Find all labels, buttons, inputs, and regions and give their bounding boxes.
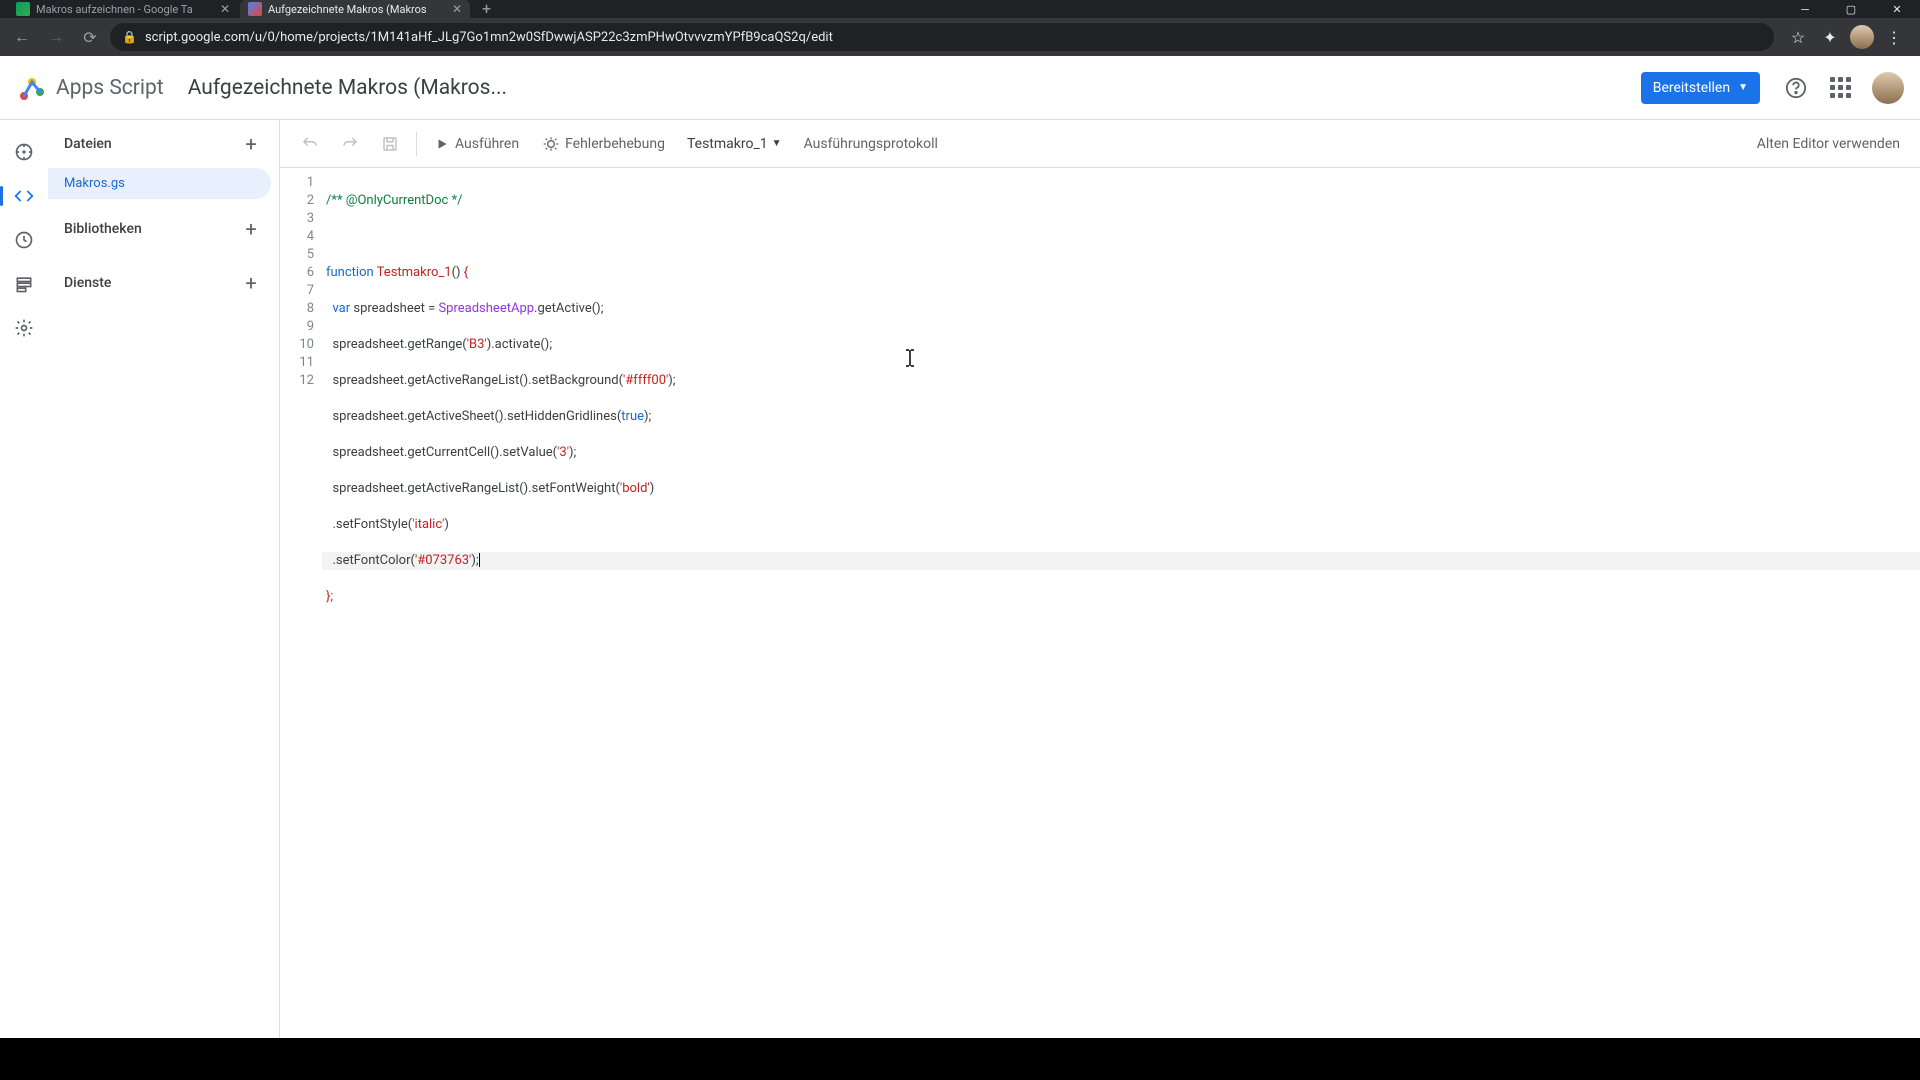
- files-label: Dateien: [64, 136, 112, 152]
- line-gutter: 1 2 3 4 5 6 7 8 9 10 11 12: [280, 168, 322, 1038]
- add-file-button[interactable]: +: [239, 132, 263, 156]
- maximize-button[interactable]: ▢: [1828, 0, 1874, 18]
- browser-tab-1[interactable]: Makros aufzeichnen - Google Ta ✕: [8, 0, 238, 18]
- forward-button[interactable]: →: [42, 23, 70, 51]
- files-panel: Dateien + Makros.gs Bibliotheken + Diens…: [48, 120, 280, 1038]
- extensions-icon[interactable]: ✦: [1818, 25, 1842, 49]
- apps-grid-button[interactable]: [1820, 68, 1860, 108]
- app-body: Dateien + Makros.gs Bibliotheken + Diens…: [0, 120, 1920, 1038]
- url-input[interactable]: 🔒 script.google.com/u/0/home/projects/1M…: [110, 23, 1774, 51]
- close-icon[interactable]: ✕: [220, 2, 230, 16]
- files-section-header: Dateien +: [48, 120, 279, 168]
- file-item-makros[interactable]: Makros.gs: [48, 168, 271, 199]
- address-bar: ← → ⟳ 🔒 script.google.com/u/0/home/proje…: [0, 18, 1920, 56]
- libraries-section-header: Bibliotheken +: [48, 199, 279, 253]
- left-nav-rail: [0, 120, 48, 1038]
- deploy-button[interactable]: Bereitstellen ▼: [1641, 72, 1760, 104]
- run-button[interactable]: Ausführen: [425, 126, 529, 162]
- debug-button[interactable]: Fehlerbehebung: [533, 126, 675, 162]
- chevron-down-icon: ▼: [1738, 82, 1748, 93]
- help-button[interactable]: [1776, 68, 1816, 108]
- overview-nav-icon[interactable]: [4, 132, 44, 172]
- code-content[interactable]: /** @OnlyCurrentDoc */ function Testmakr…: [322, 168, 1920, 1038]
- editor-toolbar: Ausführen Fehlerbehebung Testmakro_1 ▼ A…: [280, 120, 1920, 168]
- bottom-bar: [0, 1038, 1920, 1080]
- editor-area: Ausführen Fehlerbehebung Testmakro_1 ▼ A…: [280, 120, 1920, 1038]
- chrome-menu-icon[interactable]: ⋮: [1882, 25, 1906, 49]
- reload-button[interactable]: ⟳: [76, 23, 104, 51]
- add-service-button[interactable]: +: [239, 271, 263, 295]
- profile-avatar[interactable]: [1850, 25, 1874, 49]
- run-label: Ausführen: [455, 136, 519, 152]
- legacy-editor-link[interactable]: Alten Editor verwenden: [1749, 136, 1908, 152]
- project-title[interactable]: Aufgezeichnete Makros (Makros...: [188, 76, 507, 100]
- services-label: Dienste: [64, 275, 111, 291]
- tab-title: Makros aufzeichnen - Google Ta: [36, 3, 210, 16]
- tab-bar: Makros aufzeichnen - Google Ta ✕ Aufgeze…: [0, 0, 1920, 18]
- function-name: Testmakro_1: [687, 136, 768, 152]
- minimize-button[interactable]: ─: [1782, 0, 1828, 18]
- logo-text[interactable]: Apps Script: [56, 76, 164, 100]
- app-header: Apps Script Aufgezeichnete Makros (Makro…: [0, 56, 1920, 120]
- libraries-label: Bibliotheken: [64, 221, 142, 237]
- undo-button[interactable]: [292, 126, 328, 162]
- save-button[interactable]: [372, 126, 408, 162]
- function-selector[interactable]: Testmakro_1 ▼: [679, 136, 790, 152]
- browser-tab-2[interactable]: Aufgezeichnete Makros (Makros ✕: [240, 0, 470, 18]
- services-section-header: Dienste +: [48, 253, 279, 307]
- close-window-button[interactable]: ✕: [1874, 0, 1920, 18]
- bookmark-star-icon[interactable]: ☆: [1786, 25, 1810, 49]
- chevron-down-icon: ▼: [772, 138, 782, 149]
- browser-chrome: Makros aufzeichnen - Google Ta ✕ Aufgeze…: [0, 0, 1920, 56]
- deploy-label: Bereitstellen: [1653, 80, 1730, 96]
- redo-button[interactable]: [332, 126, 368, 162]
- lock-icon: 🔒: [122, 30, 137, 44]
- editor-nav-icon[interactable]: [4, 176, 44, 216]
- new-tab-button[interactable]: +: [472, 0, 501, 18]
- window-controls: ─ ▢ ✕: [1782, 0, 1920, 18]
- add-library-button[interactable]: +: [239, 217, 263, 241]
- settings-nav-icon[interactable]: [4, 308, 44, 348]
- code-editor[interactable]: 1 2 3 4 5 6 7 8 9 10 11 12 /** @OnlyCurr…: [280, 168, 1920, 1038]
- log-label: Ausführungsprotokoll: [804, 136, 938, 152]
- account-avatar[interactable]: [1872, 72, 1904, 104]
- execution-log-button[interactable]: Ausführungsprotokoll: [794, 126, 948, 162]
- back-button[interactable]: ←: [8, 23, 36, 51]
- apps-script-icon: [248, 2, 262, 16]
- close-icon[interactable]: ✕: [452, 2, 462, 16]
- executions-nav-icon[interactable]: [4, 264, 44, 304]
- tab-title: Aufgezeichnete Makros (Makros: [268, 3, 442, 16]
- url-text: script.google.com/u/0/home/projects/1M14…: [145, 30, 833, 45]
- triggers-nav-icon[interactable]: [4, 220, 44, 260]
- app-container: Apps Script Aufgezeichnete Makros (Makro…: [0, 56, 1920, 1038]
- debug-label: Fehlerbehebung: [565, 136, 665, 152]
- apps-script-logo-icon[interactable]: [16, 72, 48, 104]
- sheets-icon: [16, 2, 30, 16]
